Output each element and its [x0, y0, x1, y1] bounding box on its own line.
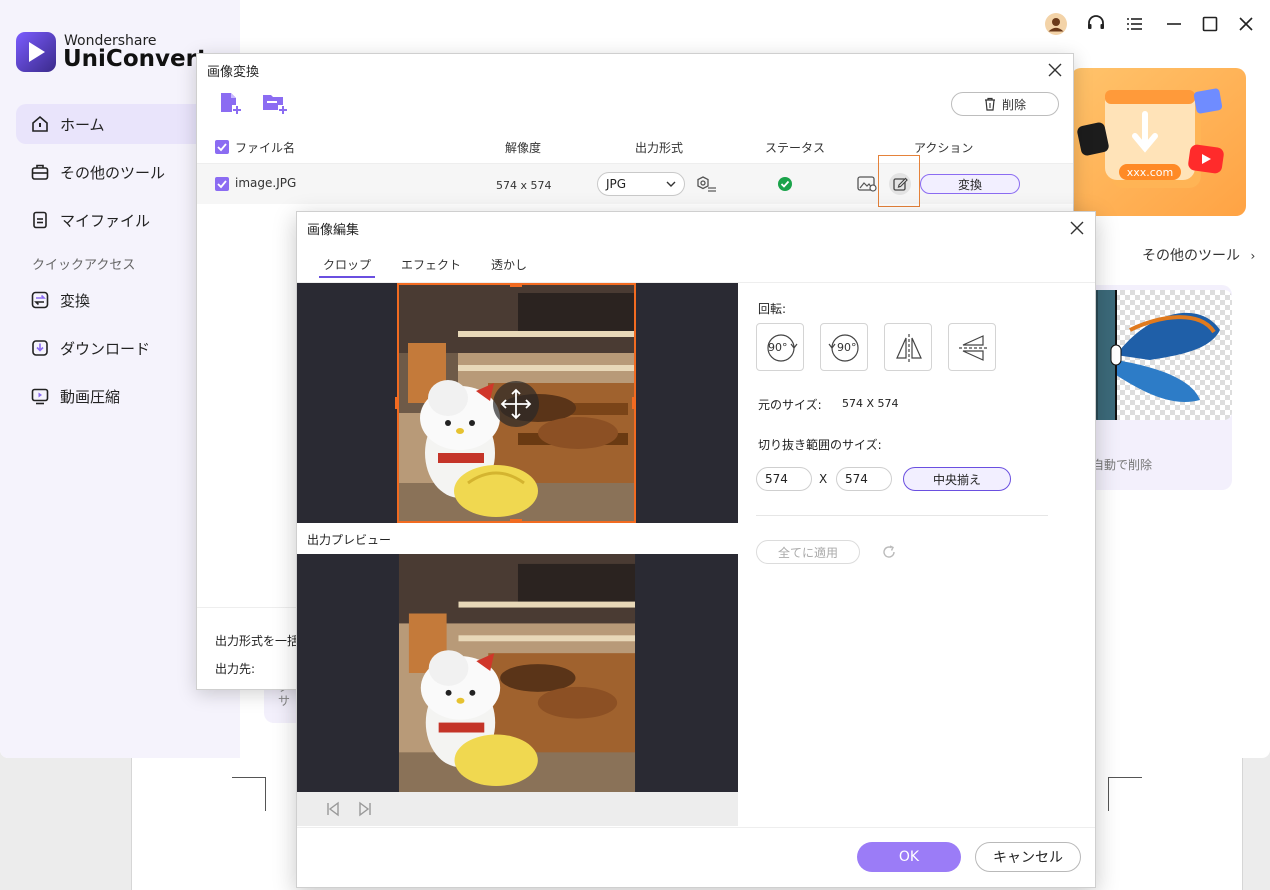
add-folder-icon[interactable] — [261, 90, 289, 116]
ok-button[interactable]: OK — [857, 842, 961, 872]
crop-handle-top[interactable] — [510, 283, 522, 287]
sidebar-item-label: マイファイル — [60, 211, 151, 230]
file-name: image.JPG — [235, 176, 297, 190]
output-format-value: JPG — [606, 177, 627, 191]
status-complete-icon — [778, 177, 792, 191]
dialog-title: 画像編集 — [307, 223, 360, 238]
output-destination-label: 出力先: — [215, 662, 256, 676]
cancel-button[interactable]: キャンセル — [975, 842, 1081, 872]
support-icon[interactable] — [1084, 12, 1108, 36]
rotation-label: 回転: — [758, 302, 787, 316]
sidebar-item-label: 動画圧縮 — [60, 387, 121, 406]
previous-icon[interactable] — [325, 801, 341, 817]
preview-image — [398, 554, 636, 792]
other-tools-link[interactable]: その他のツール › — [1142, 245, 1255, 265]
delete-label: 削除 — [1001, 97, 1026, 112]
crop-handle-bottom[interactable] — [510, 519, 522, 523]
image-preview-icon[interactable] — [857, 175, 877, 193]
add-file-icon[interactable] — [217, 90, 243, 116]
account-icon[interactable] — [1044, 12, 1068, 36]
toolbox-icon — [30, 162, 50, 182]
select-all-checkbox[interactable] — [215, 140, 229, 154]
preview-nav-bar — [297, 792, 738, 826]
promo-badge-text: xxx.com — [1126, 166, 1174, 179]
flip-vertical-button[interactable] — [948, 323, 996, 371]
app-logo — [16, 32, 56, 72]
rotate-clockwise-button[interactable]: 90° — [756, 323, 804, 371]
apply-all-button[interactable]: 全てに適用 — [756, 540, 860, 564]
tab-watermark[interactable]: 透かし — [487, 256, 531, 278]
convert-icon — [30, 290, 50, 310]
move-icon[interactable] — [493, 381, 539, 427]
flip-horizontal-button[interactable] — [884, 323, 932, 371]
crop-settings-panel: 回転: 90° 90° 元のサイズ: 574 X 574 切り抜き範囲のサイズ:… — [738, 283, 1095, 827]
menu-icon[interactable] — [1123, 12, 1147, 36]
rotate-ccw-label: 90° — [837, 341, 857, 354]
tab-crop[interactable]: クロップ — [319, 256, 376, 278]
chevron-right-icon: › — [1250, 249, 1256, 263]
maximize-icon[interactable] — [1198, 12, 1222, 36]
close-icon[interactable] — [1069, 220, 1085, 236]
rotate-counterclockwise-button[interactable]: 90° — [820, 323, 868, 371]
chevron-down-icon — [666, 180, 676, 188]
crop-canvas[interactable] — [297, 283, 738, 523]
home-icon — [30, 114, 50, 134]
file-table-header: ファイル名 解像度 出力形式 ステータス アクション — [197, 130, 1073, 164]
header-action: アクション — [914, 141, 974, 155]
output-preview-canvas — [297, 554, 738, 792]
file-resolution: 574 x 574 — [496, 179, 552, 192]
quick-access-heading: クイックアクセス — [32, 258, 136, 273]
tab-effect[interactable]: エフェクト — [397, 256, 465, 278]
next-icon[interactable] — [357, 801, 373, 817]
crop-height-input[interactable]: 574 — [836, 467, 892, 491]
download-icon — [30, 338, 50, 358]
file-icon — [30, 210, 50, 230]
rotate-cw-label: 90° — [768, 341, 788, 354]
original-size-label: 元のサイズ: — [758, 398, 822, 412]
dialog-title: 画像変換 — [207, 65, 260, 80]
close-icon[interactable] — [1047, 62, 1063, 78]
output-preview-label: 出力プレビュー — [307, 533, 392, 547]
sidebar-item-label: ダウンロード — [60, 339, 151, 358]
header-filename: ファイル名 — [235, 141, 296, 155]
header-resolution: 解像度 — [505, 141, 542, 155]
corner-mark — [1108, 777, 1142, 811]
corner-mark — [232, 777, 266, 811]
trash-icon — [984, 97, 996, 111]
original-size-value: 574 X 574 — [842, 397, 899, 410]
sidebar-item-label: 変換 — [60, 291, 91, 310]
crop-width-input[interactable]: 574 — [756, 467, 812, 491]
center-button[interactable]: 中央揃え — [903, 467, 1011, 491]
header-output-format: 出力形式 — [635, 141, 684, 155]
edit-highlight — [878, 155, 920, 207]
close-icon[interactable] — [1234, 12, 1258, 36]
batch-format-label: 出力形式を一括 — [215, 634, 300, 648]
crop-size-label: 切り抜き範囲のサイズ: — [758, 438, 882, 452]
crop-handle-left[interactable] — [395, 397, 399, 409]
auto-delete-text: 自動で削除 — [1092, 458, 1153, 472]
divider — [756, 515, 1048, 516]
sidebar-item-label: その他のツール — [60, 163, 166, 182]
format-settings-icon[interactable] — [695, 174, 717, 194]
compress-icon — [30, 386, 50, 406]
promo-banner[interactable]: xxx.com — [1071, 68, 1246, 216]
divider — [297, 827, 1095, 828]
output-format-select[interactable]: JPG — [597, 172, 685, 196]
sidebar-item-label: ホーム — [60, 115, 105, 134]
delete-button[interactable]: 削除 — [951, 92, 1059, 116]
minimize-icon[interactable] — [1162, 12, 1186, 36]
row-checkbox[interactable] — [215, 177, 229, 191]
header-status: ステータス — [765, 141, 826, 155]
bg-remover-card[interactable] — [1090, 290, 1232, 420]
crop-handle-right[interactable] — [632, 397, 636, 409]
crop-size-separator: X — [819, 472, 828, 486]
table-row[interactable]: image.JPG 574 x 574 JPG 変換 — [197, 164, 1073, 204]
edit-tabs: クロップ エフェクト 透かし — [319, 256, 531, 278]
convert-button[interactable]: 変換 — [920, 174, 1020, 194]
image-edit-dialog: 画像編集 クロップ エフェクト 透かし 出力プレビュー 回転: 90° 90° … — [296, 211, 1096, 888]
other-tools-label: その他のツール — [1142, 248, 1240, 264]
reset-icon[interactable] — [880, 543, 898, 561]
